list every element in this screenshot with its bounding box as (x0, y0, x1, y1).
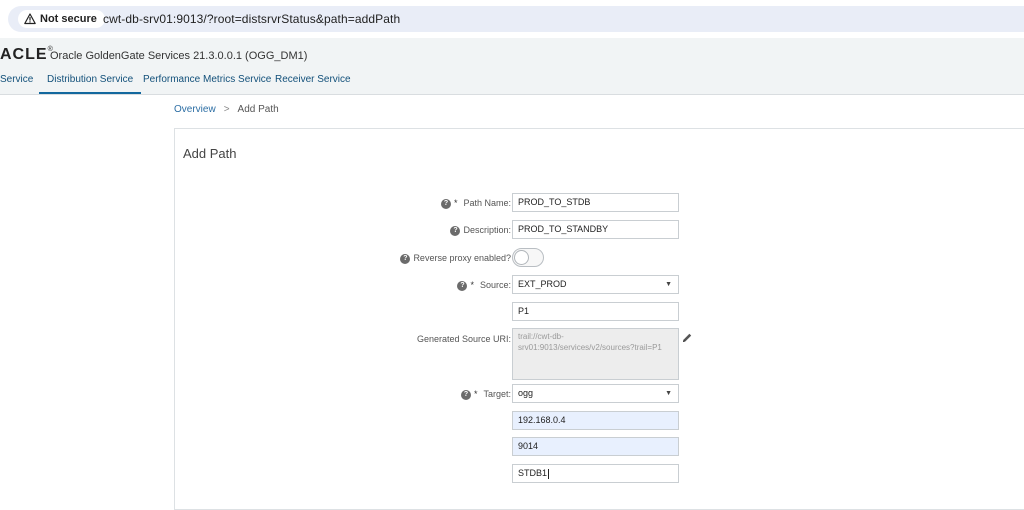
tab-receiver-service[interactable]: Receiver Service (275, 74, 351, 92)
target-select[interactable]: ogg ▼ (512, 384, 679, 403)
target-selected-value: ogg (518, 388, 534, 398)
target-label-group: ? * Target: (460, 389, 511, 400)
required-marker: * (473, 389, 478, 399)
source-select[interactable]: EXT_PROD ▼ (512, 275, 679, 294)
source-trail-input[interactable]: P1 (512, 302, 679, 321)
text-cursor (548, 468, 550, 479)
add-path-panel: Add Path ? * Path Name: PROD_TO_STDB ? Desc… (174, 128, 1024, 510)
required-marker: * (470, 280, 474, 290)
app-header: ACLE® Oracle GoldenGate Services 21.3.0.… (0, 38, 1024, 95)
help-icon[interactable]: ? (457, 280, 468, 291)
help-icon[interactable]: ? (450, 225, 461, 236)
description-label-group: ? Description: (450, 225, 511, 236)
product-title: Oracle GoldenGate Services 21.3.0.0.1 (O… (50, 50, 308, 62)
source-label: Source: (479, 280, 511, 290)
source-label-group: ? * Source: (457, 280, 511, 291)
toggle-knob (514, 250, 529, 265)
pencil-edit-icon[interactable] (681, 332, 693, 344)
breadcrumb: Overview > Add Path (174, 104, 279, 115)
reverse-proxy-label-group: ? Reverse proxy enabled? (400, 253, 511, 264)
help-icon[interactable]: ? (400, 253, 411, 264)
security-chip[interactable]: Not secure (18, 10, 105, 28)
help-icon[interactable]: ? (460, 389, 471, 400)
help-icon[interactable]: ? (440, 198, 451, 209)
brand-text: ACLE (0, 46, 48, 63)
description-input[interactable]: PROD_TO_STANDBY (512, 220, 679, 239)
reverse-proxy-toggle[interactable] (512, 248, 544, 267)
generated-uri-text: trail://cwt-db-srv01:9013/services/v2/so… (512, 328, 679, 380)
address-bar[interactable]: Not secure cwt-db-srv01:9013/?root=dists… (8, 6, 1024, 32)
breadcrumb-separator: > (223, 104, 230, 115)
tab-performance-metrics-service[interactable]: Performance Metrics Service (143, 74, 271, 92)
source-selected-value: EXT_PROD (518, 279, 567, 289)
path-name-label-group: ? * Path Name: (440, 198, 511, 209)
breadcrumb-current: Add Path (237, 104, 279, 115)
dropdown-arrow-icon: ▼ (665, 281, 672, 288)
required-marker: * (453, 198, 458, 208)
target-label: Target: (483, 389, 511, 399)
path-name-input[interactable]: PROD_TO_STDB (512, 193, 679, 212)
breadcrumb-overview-link[interactable]: Overview (174, 104, 216, 115)
target-host-input[interactable]: 192.168.0.4 (512, 411, 679, 430)
dropdown-arrow-icon: ▼ (665, 390, 672, 397)
oracle-logo: ACLE® (0, 46, 54, 64)
url-text[interactable]: cwt-db-srv01:9013/?root=distsrvrStatus&p… (103, 12, 400, 26)
tab-distribution-service[interactable]: Distribution Service (39, 74, 142, 94)
warning-icon (24, 13, 36, 25)
browser-toolbar: Not secure cwt-db-srv01:9013/?root=dists… (0, 0, 1024, 38)
path-name-label: Path Name: (463, 198, 511, 208)
security-label: Not secure (40, 13, 97, 25)
generated-uri-label: Generated Source URI: (416, 334, 511, 344)
description-label: Description: (463, 225, 511, 235)
reverse-proxy-label: Reverse proxy enabled? (413, 253, 511, 263)
target-trail-value: STDB1 (518, 468, 548, 478)
tab-service[interactable]: Service (0, 74, 33, 92)
target-port-input[interactable]: 9014 (512, 437, 679, 456)
target-trail-input[interactable]: STDB1 (512, 464, 679, 483)
page-title: Add Path (183, 146, 237, 161)
